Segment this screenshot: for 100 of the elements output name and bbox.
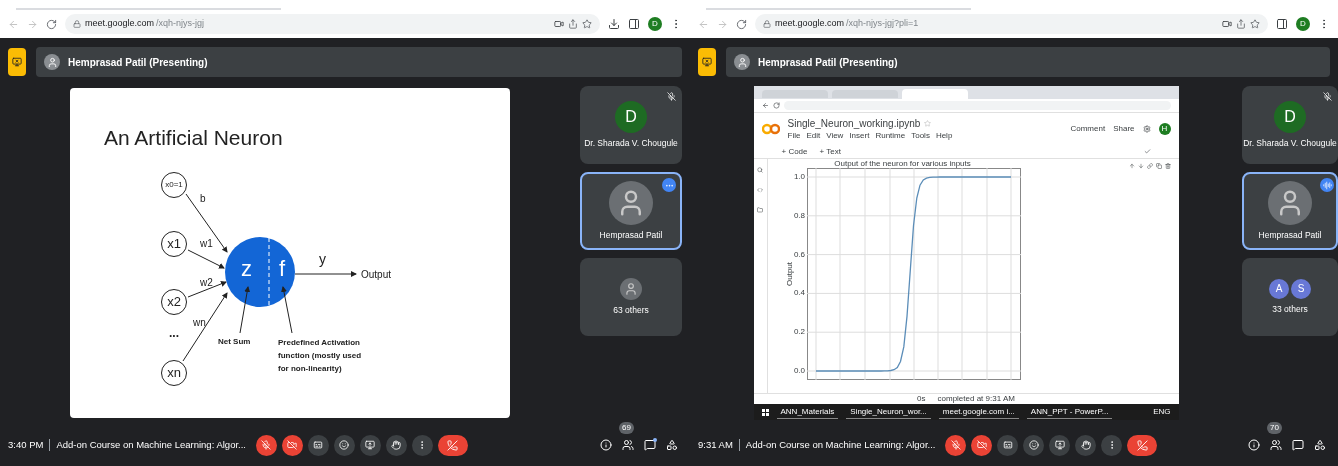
participant-tile[interactable]: 63 others	[580, 258, 682, 336]
menu-item[interactable]: Runtime	[875, 131, 906, 140]
taskbar-item[interactable]: ANN_Materials	[776, 405, 839, 419]
taskbar-item[interactable]: ANN_PPT - PowerP...	[1026, 405, 1113, 419]
presenting-button[interactable]	[8, 48, 26, 76]
chat-icon[interactable]	[644, 439, 656, 451]
input-node: x1	[161, 231, 187, 257]
meeting-title: Add-on Course on Machine Learning: Algor...	[56, 437, 246, 452]
status-duration: 0s	[917, 395, 926, 403]
microphone-button[interactable]	[945, 434, 967, 456]
captions-button[interactable]	[997, 434, 1019, 456]
more-options-button[interactable]	[662, 178, 676, 192]
add-code-button[interactable]: + Code	[781, 147, 808, 156]
reload-icon[interactable]	[46, 18, 57, 30]
share-icon[interactable]	[568, 19, 578, 29]
captions-button[interactable]	[308, 434, 329, 456]
camera-icon[interactable]	[554, 19, 564, 29]
axis-label: Output	[784, 262, 794, 286]
camera-button[interactable]	[282, 434, 303, 456]
camera-off-icon	[287, 440, 298, 450]
hand-icon	[391, 440, 402, 450]
presenting-button[interactable]	[698, 48, 716, 76]
tick-label: 1.0	[793, 173, 806, 181]
menu-item[interactable]: Edit	[806, 131, 821, 140]
profile-avatar[interactable]: D	[1296, 17, 1310, 31]
emoji-button[interactable]	[334, 434, 355, 456]
taskbar-item[interactable]: meet.google.com i...	[938, 405, 1019, 419]
side-panel-icon[interactable]	[1276, 18, 1288, 30]
share-icon[interactable]	[1236, 19, 1246, 29]
leave-call-button[interactable]	[438, 434, 468, 456]
more-options-button[interactable]	[412, 434, 433, 456]
info-icon[interactable]	[1248, 439, 1260, 451]
camera-button[interactable]	[971, 434, 993, 456]
notebook-title[interactable]: Single_Neuron_working.ipynb	[787, 118, 921, 129]
bookmark-icon[interactable]	[1250, 19, 1260, 29]
profile-avatar[interactable]: D	[648, 17, 662, 31]
meeting-time: 3:40 PM	[8, 437, 44, 452]
copy-icon[interactable]	[1155, 163, 1162, 169]
chat-icon[interactable]	[1292, 439, 1304, 451]
menu-item[interactable]: Help	[935, 131, 953, 140]
activities-icon[interactable]	[1314, 439, 1326, 451]
participant-tile[interactable]: Hemprasad Patil	[1242, 172, 1338, 250]
comment-button[interactable]: Comment	[1070, 125, 1106, 133]
share-button[interactable]: Share	[1113, 125, 1135, 133]
activities-icon[interactable]	[666, 439, 678, 451]
present-button[interactable]	[360, 434, 381, 456]
phone-icon	[1136, 439, 1148, 451]
raise-hand-button[interactable]	[1075, 434, 1097, 456]
input-node: xn	[161, 360, 187, 386]
profile-avatar[interactable]: H	[1158, 123, 1171, 135]
microphone-button[interactable]	[256, 434, 277, 456]
folder-icon[interactable]	[757, 207, 763, 213]
input-node: x0=1	[161, 172, 187, 198]
status-text: completed at 9:31 AM	[937, 395, 1015, 403]
output-label: Output	[361, 270, 392, 280]
address-bar[interactable]: meet.google.com /xqh-njys-jgj	[65, 14, 600, 34]
weight-label: w2	[200, 278, 213, 288]
menu-item[interactable]: View	[826, 131, 844, 140]
move-down-icon[interactable]	[1137, 163, 1144, 169]
hand-icon	[1080, 440, 1091, 450]
raise-hand-button[interactable]	[386, 434, 407, 456]
lock-icon	[763, 20, 771, 28]
back-icon[interactable]	[761, 102, 769, 109]
reload-icon[interactable]	[772, 102, 780, 109]
emoji-button[interactable]	[1023, 434, 1045, 456]
participant-tile[interactable]: A S 33 others	[1242, 258, 1338, 336]
add-text-button[interactable]: + Text	[819, 147, 841, 156]
search-icon[interactable]	[757, 167, 763, 173]
sum-symbol: z	[241, 258, 252, 280]
settings-icon[interactable]	[1142, 125, 1151, 133]
others-count: 63 others	[613, 303, 649, 317]
more-options-button[interactable]	[1101, 434, 1123, 456]
tick-label: 0.4	[793, 289, 806, 298]
participant-tile[interactable]: D Dr. Sharada V. Chougule	[580, 86, 682, 164]
address-bar[interactable]: meet.google.com /xqh-njys-jgj?pli=1	[755, 14, 1268, 34]
menu-item[interactable]: Tools	[911, 131, 930, 140]
download-icon[interactable]	[608, 18, 620, 30]
taskbar-item[interactable]: Single_Neuron_wor...	[846, 405, 931, 419]
start-icon[interactable]	[761, 408, 769, 416]
present-button[interactable]	[1049, 434, 1071, 456]
people-icon[interactable]	[622, 439, 634, 451]
participant-tile[interactable]: Hemprasad Patil	[580, 172, 682, 250]
screen-off-icon	[12, 57, 22, 67]
bookmark-icon[interactable]	[582, 19, 592, 29]
camera-icon[interactable]	[1222, 19, 1232, 29]
participant-tile[interactable]: D Dr. Sharada V. Chougule	[1242, 86, 1338, 164]
star-icon[interactable]	[924, 120, 932, 127]
side-panel-icon[interactable]	[628, 18, 640, 30]
chart-title: Output of the neuron for various inputs	[834, 160, 971, 168]
delete-icon[interactable]	[1164, 163, 1171, 169]
menu-item[interactable]: File	[787, 131, 801, 140]
people-icon[interactable]	[1270, 439, 1282, 451]
reload-icon[interactable]	[736, 18, 747, 30]
tick-label: 0.8	[793, 211, 806, 220]
meeting-title: Add-on Course on Machine Learning: Algor...	[745, 437, 936, 452]
menu-item[interactable]: Insert	[849, 131, 870, 140]
input-node: x2	[161, 289, 187, 315]
info-icon[interactable]	[600, 439, 612, 451]
ellipsis-text: ...	[168, 327, 180, 339]
leave-call-button[interactable]	[1127, 434, 1158, 456]
